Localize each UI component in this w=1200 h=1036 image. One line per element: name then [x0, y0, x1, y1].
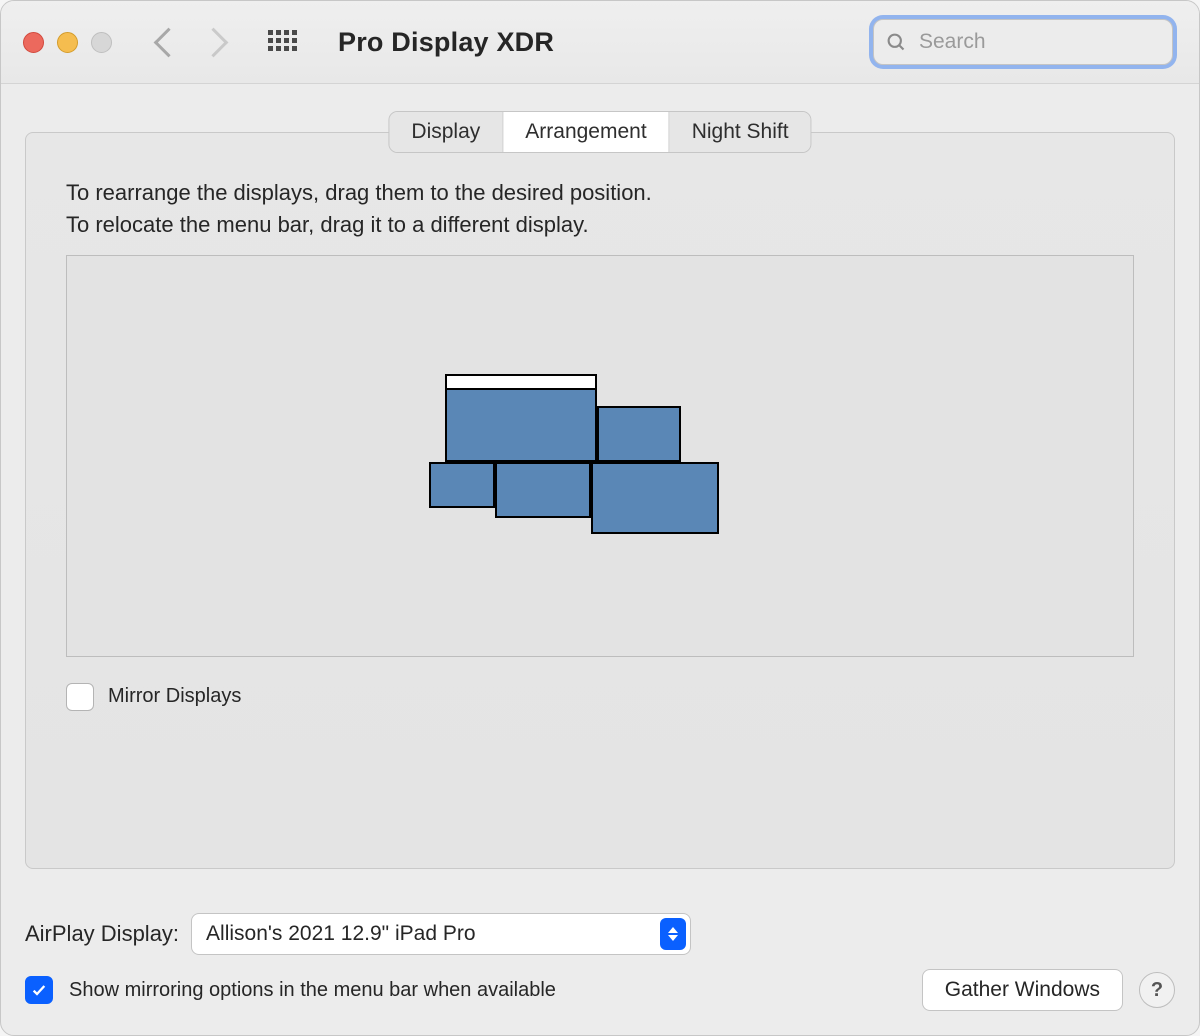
- display-secondary[interactable]: [597, 406, 681, 462]
- display-secondary[interactable]: [429, 462, 495, 508]
- tab-display[interactable]: Display: [389, 112, 503, 152]
- mirror-displays-checkbox[interactable]: [66, 683, 94, 711]
- tab-group: Display Arrangement Night Shift: [388, 111, 811, 153]
- back-button[interactable]: [154, 27, 184, 57]
- airplay-display-select[interactable]: Allison's 2021 12.9" iPad Pro: [191, 913, 691, 955]
- window-title: Pro Display XDR: [338, 27, 554, 58]
- zoom-window-button[interactable]: [91, 32, 112, 53]
- nav-buttons: [158, 32, 224, 53]
- instruction-line: To relocate the menu bar, drag it to a d…: [66, 209, 1134, 241]
- minimize-window-button[interactable]: [57, 32, 78, 53]
- tab-night-shift[interactable]: Night Shift: [670, 112, 811, 152]
- search-icon: [886, 32, 907, 53]
- preferences-window: Pro Display XDR Display Arrangement Nigh…: [0, 0, 1200, 1036]
- gather-windows-button[interactable]: Gather Windows: [922, 969, 1123, 1011]
- display-primary[interactable]: [445, 374, 597, 462]
- airplay-label: AirPlay Display:: [25, 921, 179, 947]
- mirror-displays-row: Mirror Displays: [66, 683, 1134, 711]
- instruction-line: To rearrange the displays, drag them to …: [66, 177, 1134, 209]
- display-arrangement-area[interactable]: [66, 255, 1134, 657]
- instructions: To rearrange the displays, drag them to …: [66, 177, 1134, 241]
- display-secondary[interactable]: [495, 462, 591, 518]
- content-area: Display Arrangement Night Shift To rearr…: [1, 84, 1199, 889]
- search-input[interactable]: [917, 29, 1160, 55]
- display-secondary[interactable]: [591, 462, 719, 534]
- airplay-display-value: Allison's 2021 12.9" iPad Pro: [206, 922, 475, 946]
- show-mirroring-label: Show mirroring options in the menu bar w…: [69, 979, 556, 1002]
- footer: AirPlay Display: Allison's 2021 12.9" iP…: [1, 889, 1199, 1035]
- menu-bar-handle[interactable]: [447, 376, 595, 390]
- titlebar: Pro Display XDR: [1, 1, 1199, 84]
- show-mirroring-checkbox[interactable]: [25, 976, 53, 1004]
- select-stepper-icon: [660, 918, 686, 950]
- mirror-displays-label: Mirror Displays: [108, 685, 241, 708]
- tab-arrangement[interactable]: Arrangement: [503, 112, 669, 152]
- help-button[interactable]: ?: [1139, 972, 1175, 1008]
- window-controls: [23, 32, 112, 53]
- search-field[interactable]: [873, 19, 1173, 65]
- show-all-icon[interactable]: [268, 30, 296, 54]
- forward-button[interactable]: [199, 27, 229, 57]
- close-window-button[interactable]: [23, 32, 44, 53]
- arrangement-panel: To rearrange the displays, drag them to …: [25, 132, 1175, 869]
